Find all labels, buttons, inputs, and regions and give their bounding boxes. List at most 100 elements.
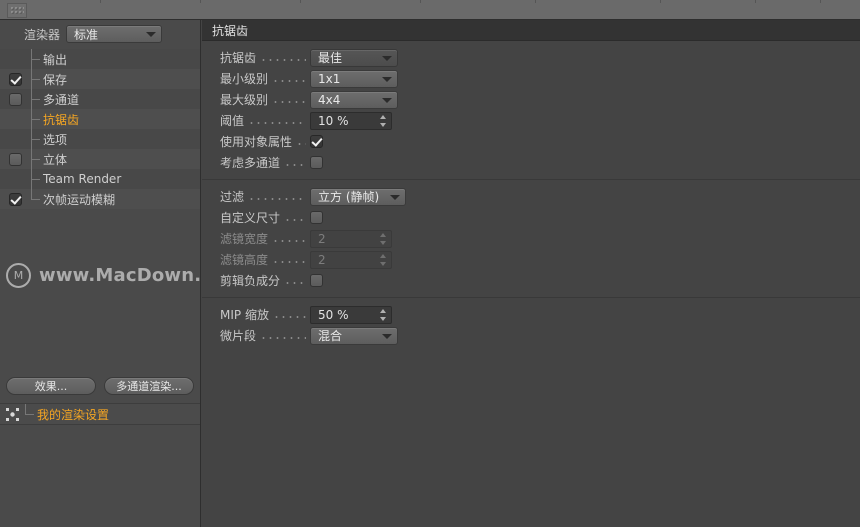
setting-row: 考虑多通道 [202,152,860,173]
dotted-leader [272,94,306,106]
dotted-leader [284,275,306,287]
sidebar-item-label: 抗锯齿 [43,112,80,127]
panel-header: 抗锯齿 [202,20,860,41]
app-window: 渲染器 标准 输出 保存 多通道 抗锯齿 选项 立体 Team Render 次帧运动模糊 M… [0,0,860,527]
checkbox-checked-icon[interactable] [8,192,22,206]
setting-control: 最佳 [310,48,398,67]
checkbox-checked-icon[interactable] [310,135,323,148]
settings-panel: 抗锯齿 抗锯齿 最佳 最小级别 1x1 最大级别 4x4 阈值 10 % 使用对象属性 考虑多通道… [202,20,860,527]
setting-label: 自定义尺寸 [220,211,281,225]
setting-row: 最大级别 4x4 [202,89,860,110]
setting-label: 滤镜宽度 [220,232,269,246]
toolbar-grip-handle[interactable] [7,3,27,18]
renderer-dropdown[interactable]: 标准 [66,25,163,43]
chevron-down-icon [390,194,400,200]
setting-number-value: 50 % [318,307,349,322]
sidebar-item-label: 选项 [43,132,68,147]
dotted-leader [248,115,306,127]
setting-label-column: 最大级别 [220,91,310,108]
setting-dropdown[interactable]: 混合 [310,326,398,345]
sidebar-item-checkbox-cell [0,49,30,69]
settings-group-3: MIP 缩放 50 % 微片段 混合 [202,297,860,352]
settings-group-1: 抗锯齿 最佳 最小级别 1x1 最大级别 4x4 阈值 10 % 使用对象属性 考虑多通道 [202,41,860,179]
setting-dropdown-value: 立方 (静帧) [318,190,380,204]
tree-branch-line [30,89,43,109]
stepper-arrows-icon [380,253,387,266]
setting-label-column: 滤镜高度 [220,251,310,268]
top-toolbar [0,0,860,20]
setting-row: 微片段 混合 [202,325,860,346]
multipass-render-button[interactable]: 多通道渲染... [104,377,194,395]
setting-row: 最小级别 1x1 [202,68,860,89]
checkbox-icon[interactable] [310,274,323,287]
setting-label-column: 滤镜宽度 [220,230,310,247]
sidebar-item-checkbox-cell [0,89,30,109]
setting-row: 滤镜宽度 2 [202,228,860,249]
sidebar-item-2[interactable]: 保存 [0,69,200,89]
dotted-leader [272,254,306,266]
setting-dropdown[interactable]: 1x1 [310,69,398,88]
setting-label: 过滤 [220,190,245,204]
setting-number-value: 2 [318,252,326,267]
dotted-leader [272,233,306,245]
setting-label: 最大级别 [220,93,269,107]
axis-move-icon [0,404,24,424]
tree-branch-line [30,69,43,89]
sidebar-item-6[interactable]: 立体 [0,149,200,169]
setting-row: 滤镜高度 2 [202,249,860,270]
sidebar-item-8[interactable]: 次帧运动模糊 [0,189,200,209]
tree-branch-line [30,109,43,129]
setting-control [310,135,323,148]
chevron-down-icon [382,76,392,82]
setting-label: 微片段 [220,329,257,343]
stepper-arrows-icon[interactable] [380,308,387,321]
checkbox-icon[interactable] [310,156,323,169]
checkbox-icon[interactable] [310,211,323,224]
setting-row: 阈值 10 % [202,110,860,131]
renderer-row: 渲染器 标准 [0,20,200,48]
sidebar-item-label: 次帧运动模糊 [43,192,116,207]
setting-number-value: 2 [318,231,326,246]
sidebar-item-4[interactable]: 抗锯齿 [0,109,200,129]
macdown-logo-icon: M [6,263,31,288]
setting-row: 使用对象属性 [202,131,860,152]
tree-branch-line [30,189,43,209]
setting-dropdown[interactable]: 最佳 [310,48,398,67]
setting-label-column: 抗锯齿 [220,49,310,66]
setting-label-column: 微片段 [220,327,310,344]
setting-number-field[interactable]: 50 % [310,305,392,324]
checkbox-checked-icon[interactable] [8,72,22,86]
setting-label-column: 过滤 [220,188,310,205]
renderer-label: 渲染器 [24,27,61,42]
setting-label: 最小级别 [220,72,269,86]
setting-control: 50 % [310,305,392,324]
setting-dropdown[interactable]: 4x4 [310,90,398,109]
sidebar-item-label: Team Render [43,172,122,186]
effects-button[interactable]: 效果... [6,377,96,395]
sidebar-item-label: 输出 [43,52,68,67]
dotted-leader [296,136,306,148]
preset-label: 我的渲染设置 [37,407,110,422]
setting-label-column: 阈值 [220,112,310,129]
stepper-arrows-icon[interactable] [380,114,387,127]
sidebar-item-5[interactable]: 选项 [0,129,200,149]
setting-number-field[interactable]: 10 % [310,111,392,130]
dotted-leader [248,191,306,203]
setting-control: 立方 (静帧) [310,187,406,206]
sidebar-item-3[interactable]: 多通道 [0,89,200,109]
grip-dots-icon [10,6,24,15]
sidebar-item-7[interactable]: Team Render [0,169,200,189]
tree-branch-line [24,404,37,424]
checkbox-icon[interactable] [8,152,22,166]
sidebar-item-1[interactable]: 输出 [0,49,200,69]
sidebar-button-row: 效果... 多通道渲染... [0,377,200,395]
setting-row: 剪辑负成分 [202,270,860,291]
setting-dropdown[interactable]: 立方 (静帧) [310,187,406,206]
sidebar-item-checkbox-cell [0,189,30,209]
tree-branch-line [30,129,43,149]
chevron-down-icon [382,55,392,61]
preset-row[interactable]: 我的渲染设置 [0,403,200,425]
checkbox-icon[interactable] [8,92,22,106]
setting-label: MIP 缩放 [220,308,269,322]
renderer-dropdown-value: 标准 [74,27,99,42]
